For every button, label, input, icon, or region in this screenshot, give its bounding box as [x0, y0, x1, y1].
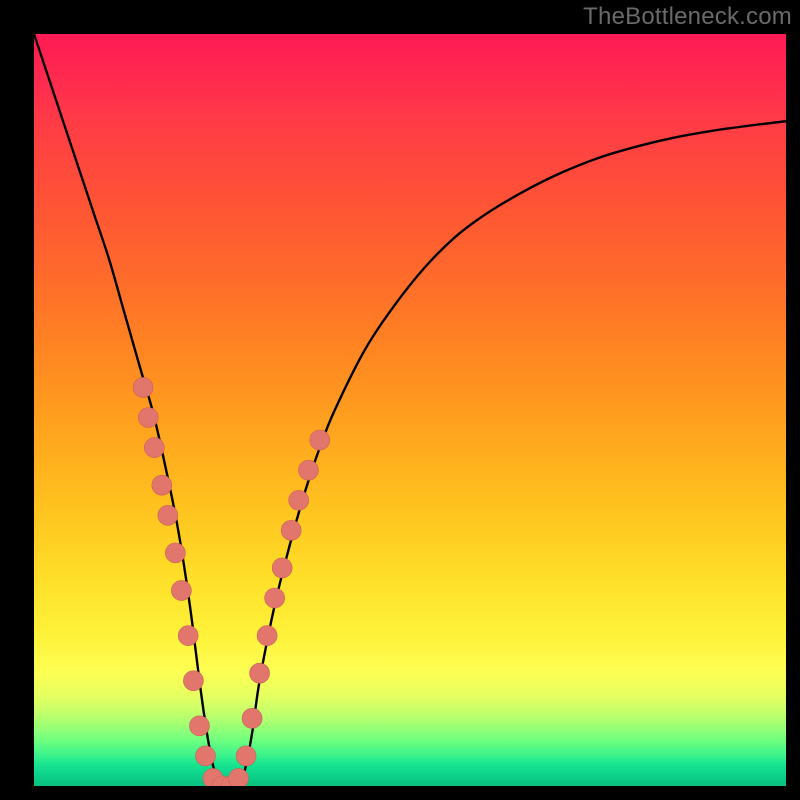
curve-marker	[272, 558, 292, 578]
curve-marker	[171, 580, 191, 600]
chart-frame: TheBottleneck.com	[0, 0, 800, 800]
curve-marker	[289, 490, 309, 510]
curve-marker	[158, 505, 178, 525]
curve-marker	[281, 520, 301, 540]
curve-marker	[250, 663, 270, 683]
plot-area	[34, 34, 786, 786]
curve-marker	[138, 408, 158, 428]
curve-marker	[195, 746, 215, 766]
curve-marker	[257, 626, 277, 646]
curve-marker	[144, 438, 164, 458]
curve-marker	[265, 588, 285, 608]
curve-marker	[183, 671, 203, 691]
curve-marker	[236, 746, 256, 766]
curve-marker	[310, 430, 330, 450]
watermark-label: TheBottleneck.com	[583, 3, 792, 31]
curve-marker	[165, 543, 185, 563]
curve-markers	[133, 377, 330, 786]
curve-marker	[242, 708, 262, 728]
curve-layer	[34, 34, 786, 786]
curve-marker	[229, 768, 249, 786]
curve-marker	[152, 475, 172, 495]
curve-marker	[178, 626, 198, 646]
curve-marker	[133, 377, 153, 397]
curve-marker	[298, 460, 318, 480]
curve-marker	[189, 716, 209, 736]
